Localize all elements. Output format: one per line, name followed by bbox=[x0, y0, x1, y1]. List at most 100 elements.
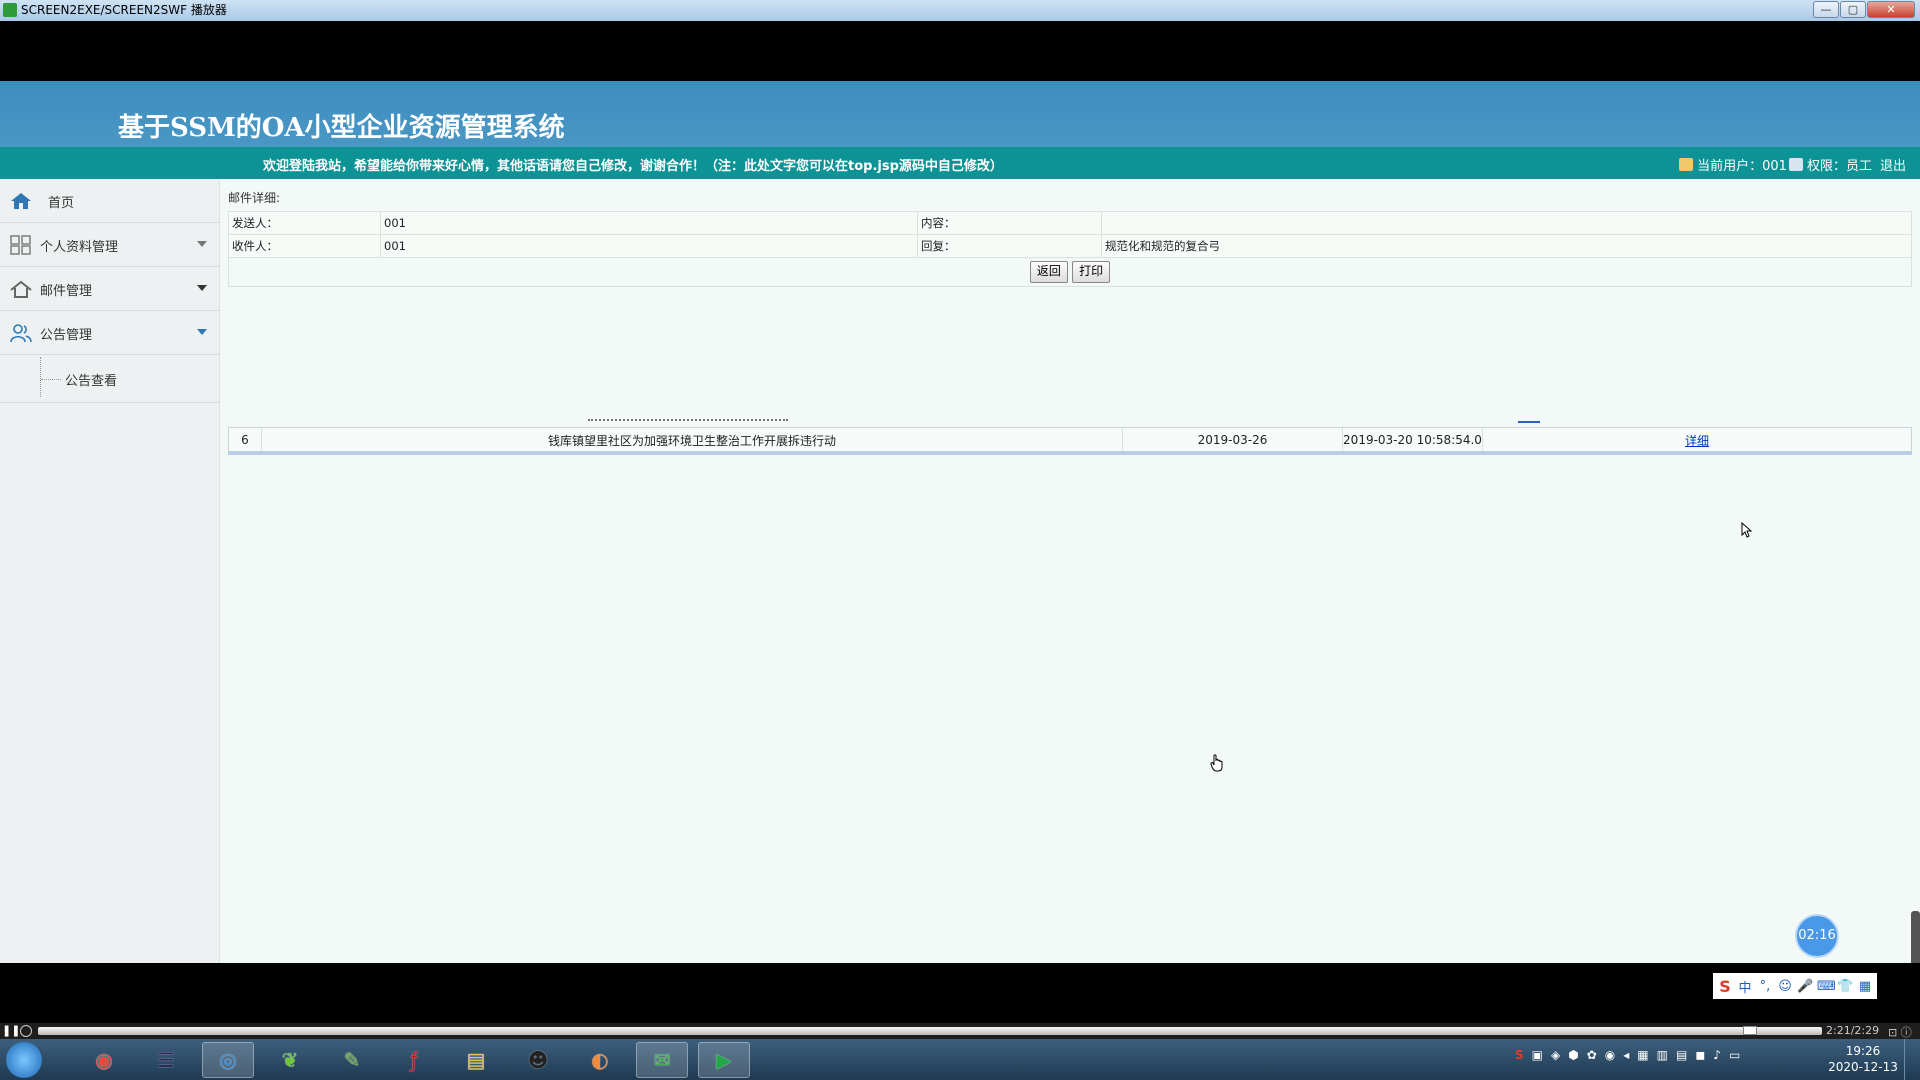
minimize-button[interactable]: — bbox=[1813, 1, 1839, 18]
tree-branch bbox=[41, 379, 61, 380]
sender-value: 001 bbox=[380, 211, 918, 235]
mail-detail-table: 发送人： 001 内容： 收件人： 001 回复： 规范化和规范的复合弓 bbox=[228, 211, 1912, 258]
list-bottom-border bbox=[228, 451, 1912, 455]
tray-icon[interactable]: ♪ bbox=[1713, 1048, 1721, 1062]
timer-bubble[interactable]: 02:16 bbox=[1795, 914, 1839, 958]
tray-icon[interactable]: ▤ bbox=[1676, 1048, 1687, 1062]
start-button[interactable] bbox=[6, 1042, 42, 1078]
qq-icon[interactable]: ☻ bbox=[512, 1042, 564, 1078]
content-value bbox=[1101, 211, 1912, 235]
row-date: 2019-03-26 bbox=[1123, 428, 1343, 452]
row-action-cell: 详细 bbox=[1483, 428, 1911, 452]
sidebar-home-label: 首页 bbox=[48, 196, 75, 211]
receiver-label: 收件人： bbox=[228, 234, 381, 258]
table-row: 6 钱库镇望里社区为加强环境卫生整治工作开展拆违行动 2019-03-26 20… bbox=[228, 427, 1912, 453]
tray-icon[interactable]: ✿ bbox=[1587, 1048, 1597, 1062]
close-button[interactable]: ✕ bbox=[1867, 1, 1915, 18]
tray-icon[interactable]: S bbox=[1515, 1048, 1524, 1062]
wechat-icon[interactable]: ✉ bbox=[636, 1042, 688, 1078]
sidebar-item-notice[interactable]: 公告管理 bbox=[0, 311, 219, 355]
chevron-down-icon bbox=[197, 285, 207, 291]
window-title-bar: SCREEN2EXE/SCREEN2SWF 播放器 — ▢ ✕ bbox=[0, 0, 1920, 21]
player-bottom-letterbox bbox=[0, 963, 1920, 1023]
logout-link[interactable]: 退出 bbox=[1880, 155, 1906, 174]
explorer-icon[interactable]: ▤ bbox=[450, 1042, 502, 1078]
system-tray: S ▣ ◈ ⬢ ✿ ◉ ◂ ▦ ▥ ▤ ◼ ♪ ▭ bbox=[1515, 1048, 1740, 1062]
ime-emoji-icon[interactable]: ☺ bbox=[1777, 979, 1793, 994]
side-scroll-handle[interactable] bbox=[1911, 911, 1920, 967]
ime-keyboard-icon[interactable]: ⌨ bbox=[1817, 979, 1836, 994]
ime-chinese-mode[interactable]: 中 bbox=[1737, 977, 1753, 996]
sidebar-item-home[interactable]: 首页 bbox=[0, 179, 219, 223]
flash-icon[interactable]: ƒ bbox=[388, 1042, 440, 1078]
tray-icon[interactable]: ▥ bbox=[1657, 1048, 1668, 1062]
browser-icon[interactable]: ◎ bbox=[202, 1042, 254, 1078]
player-ctrl-icons[interactable]: ⊡ ⓘ bbox=[1888, 1024, 1912, 1040]
tray-icon[interactable]: ▦ bbox=[1637, 1048, 1648, 1062]
system-title: 基于SSM的OA小型企业资源管理系统 bbox=[118, 113, 565, 143]
table-row: 发送人： 001 内容： bbox=[228, 211, 1912, 235]
screen2swf-icon[interactable]: ▶ bbox=[698, 1042, 750, 1078]
tray-icon[interactable]: ◼ bbox=[1695, 1048, 1705, 1062]
tray-icon[interactable]: ◈ bbox=[1551, 1048, 1560, 1062]
window-title: SCREEN2EXE/SCREEN2SWF 播放器 bbox=[21, 3, 227, 17]
tray-icon[interactable]: ⬢ bbox=[1568, 1048, 1578, 1062]
row-title: 钱库镇望里社区为加强环境卫生整治工作开展拆违行动 bbox=[262, 428, 1123, 452]
progress-track[interactable] bbox=[38, 1026, 1822, 1035]
role: 权限：员工 bbox=[1806, 159, 1872, 174]
sidebar-item-profile[interactable]: 个人资料管理 bbox=[0, 223, 219, 267]
print-button[interactable]: 打印 bbox=[1072, 261, 1111, 283]
clock[interactable]: 19:26 2020-12-13 bbox=[1823, 1043, 1903, 1075]
oa-app: 基于SSM的OA小型企业资源管理系统 欢迎登陆我站，希望能给你带来好心情，其他话… bbox=[0, 81, 1920, 967]
reply-value: 规范化和规范的复合弓 bbox=[1101, 234, 1912, 258]
users-icon bbox=[10, 324, 32, 343]
grid-icon bbox=[10, 235, 31, 255]
ime-skin-icon[interactable]: 👕 bbox=[1837, 979, 1853, 994]
arrow-cursor-icon bbox=[1741, 522, 1753, 538]
welcome-text: 欢迎登陆我站，希望能给你带来好心情，其他话语请您自己修改，谢谢合作！（注：此处文… bbox=[263, 159, 1003, 174]
row-created: 2019-03-20 10:58:54.0 bbox=[1343, 428, 1483, 452]
ime-menu-icon[interactable]: ▦ bbox=[1857, 979, 1873, 994]
stop-button[interactable] bbox=[20, 1025, 32, 1037]
notepad-icon[interactable]: ✎ bbox=[326, 1042, 378, 1078]
sogou-logo-icon[interactable]: S bbox=[1717, 977, 1733, 996]
section-label: 邮件详细: bbox=[228, 191, 281, 205]
chrome-icon[interactable]: ◉ bbox=[78, 1042, 130, 1078]
taskbar: S ▣ ◈ ⬢ ✿ ◉ ◂ ▦ ▥ ▤ ◼ ♪ ▭ 19:26 2020-12-13 ◉ ☰ ◎ ❦ ✎ ƒ ▤ ☻ ◐… bbox=[0, 1039, 1920, 1080]
chevron-down-icon bbox=[197, 329, 207, 335]
sidebar-item-mail[interactable]: 邮件管理 bbox=[0, 267, 219, 311]
pause-button[interactable]: ❚❚ bbox=[2, 1025, 20, 1037]
detail-link[interactable]: 详细 bbox=[1685, 432, 1709, 449]
tray-icon[interactable]: ▣ bbox=[1532, 1048, 1543, 1062]
back-button[interactable]: 返回 bbox=[1029, 261, 1068, 283]
sender-label: 发送人： bbox=[228, 211, 381, 235]
play-time: 2:21/2:29 bbox=[1826, 1024, 1880, 1037]
reply-label: 回复： bbox=[917, 234, 1102, 258]
role-icon bbox=[1788, 158, 1803, 171]
ime-voice-icon[interactable]: 🎤 bbox=[1797, 979, 1813, 994]
tree-line bbox=[40, 357, 42, 397]
sidebar-mail-label: 邮件管理 bbox=[40, 284, 93, 299]
sidebar-profile-label: 个人资料管理 bbox=[40, 240, 119, 255]
welcome-bar: 欢迎登陆我站，希望能给你带来好心情，其他话语请您自己修改，谢谢合作！（注：此处文… bbox=[0, 147, 1920, 179]
tool-icon[interactable]: ❦ bbox=[264, 1042, 316, 1078]
user-icon bbox=[1679, 158, 1694, 171]
tray-icon[interactable]: ◉ bbox=[1605, 1048, 1615, 1062]
tray-icon[interactable]: ▭ bbox=[1729, 1048, 1740, 1062]
audio-icon[interactable]: ◐ bbox=[574, 1042, 626, 1078]
sidebar-subitem-notice-view[interactable]: 公告查看 bbox=[0, 357, 219, 403]
show-desktop-button[interactable] bbox=[1904, 1039, 1920, 1080]
progress-thumb[interactable] bbox=[1743, 1026, 1757, 1035]
maximize-button[interactable]: ▢ bbox=[1840, 1, 1866, 18]
notice-view-link[interactable]: 公告查看 bbox=[65, 370, 117, 389]
home-icon bbox=[11, 193, 31, 209]
action-row: 返回 打印 bbox=[228, 257, 1912, 287]
header-banner: 基于SSM的OA小型企业资源管理系统 bbox=[0, 81, 1920, 147]
eclipse-icon[interactable]: ☰ bbox=[140, 1042, 192, 1078]
user-info: 当前用户：001 权限：员工 退出 bbox=[1679, 155, 1906, 174]
ime-punctuation-icon[interactable]: °, bbox=[1757, 979, 1773, 994]
table-row: 收件人： 001 回复： 规范化和规范的复合弓 bbox=[228, 234, 1912, 258]
hand-cursor-icon bbox=[1210, 754, 1223, 772]
tray-icon[interactable]: ◂ bbox=[1623, 1048, 1629, 1062]
current-user: 当前用户：001 bbox=[1697, 159, 1787, 174]
